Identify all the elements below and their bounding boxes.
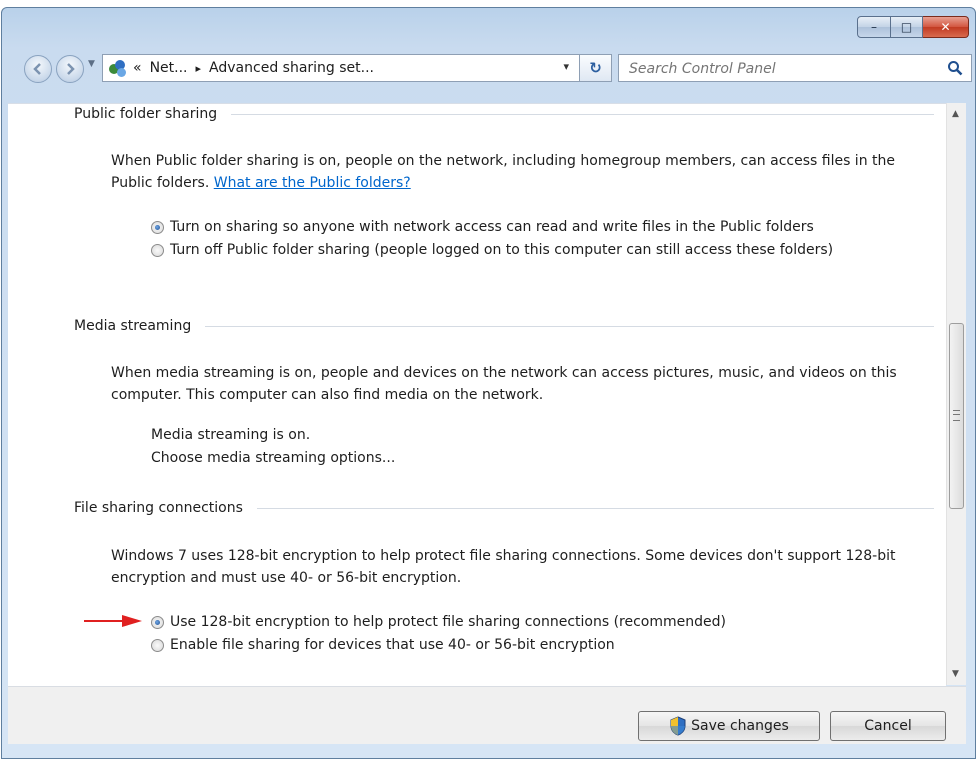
uac-shield-icon bbox=[670, 716, 686, 736]
encryption-128-radio[interactable] bbox=[151, 616, 164, 629]
back-button[interactable] bbox=[24, 55, 52, 83]
encryption-40-56-option[interactable]: Enable file sharing for devices that use… bbox=[151, 635, 941, 655]
forward-arrow-icon bbox=[67, 63, 75, 75]
forward-button[interactable] bbox=[56, 55, 84, 83]
scrollbar-thumb[interactable] bbox=[949, 323, 964, 509]
address-dropdown-icon[interactable]: ▾ bbox=[563, 60, 569, 73]
search-input[interactable] bbox=[627, 58, 931, 80]
media-streaming-title: Media streaming bbox=[74, 318, 192, 334]
annotation-arrow-2 bbox=[84, 615, 142, 627]
recent-pages-dropdown[interactable]: ▼ bbox=[88, 59, 95, 69]
close-button[interactable]: ✕ bbox=[923, 16, 969, 38]
file-sharing-section-header: File sharing connections bbox=[74, 500, 934, 516]
back-arrow-icon bbox=[33, 63, 41, 75]
grip-icon bbox=[953, 410, 960, 421]
public-folders-help-link[interactable]: What are the Public folders? bbox=[214, 175, 411, 191]
breadcrumb-network[interactable]: Net... bbox=[146, 60, 192, 76]
public-sharing-off-option[interactable]: Turn off Public folder sharing (people l… bbox=[151, 240, 911, 260]
save-changes-label: Save changes bbox=[691, 718, 789, 734]
file-sharing-title: File sharing connections bbox=[74, 500, 243, 516]
cancel-label: Cancel bbox=[864, 718, 912, 734]
public-sharing-on-option[interactable]: Turn on sharing so anyone with network a… bbox=[151, 217, 941, 237]
media-streaming-status: Media streaming is on. bbox=[151, 427, 311, 443]
encryption-40-56-radio[interactable] bbox=[151, 639, 164, 652]
public-sharing-on-radio[interactable] bbox=[151, 221, 164, 234]
scroll-up-icon[interactable]: ▲ bbox=[952, 109, 959, 119]
cancel-button[interactable]: Cancel bbox=[830, 711, 946, 741]
media-streaming-section-header: Media streaming bbox=[74, 318, 934, 334]
breadcrumb-advanced-sharing[interactable]: Advanced sharing set... bbox=[205, 60, 378, 76]
media-streaming-description: When media streaming is on, people and d… bbox=[111, 365, 897, 403]
encryption-128-label[interactable]: Use 128-bit encryption to help protect f… bbox=[170, 612, 726, 632]
search-box[interactable] bbox=[618, 54, 972, 82]
file-sharing-description: Windows 7 uses 128-bit encryption to hel… bbox=[111, 548, 896, 586]
encryption-40-56-label[interactable]: Enable file sharing for devices that use… bbox=[170, 635, 615, 655]
public-sharing-off-label[interactable]: Turn off Public folder sharing (people l… bbox=[170, 240, 833, 260]
vertical-scrollbar[interactable]: ▲ ▼ bbox=[946, 103, 966, 685]
public-folder-description-block: When Public folder sharing is on, people… bbox=[111, 150, 931, 194]
public-sharing-off-radio[interactable] bbox=[151, 244, 164, 257]
address-overflow-chevron[interactable]: « bbox=[129, 60, 146, 76]
caption-buttons: – □ ✕ bbox=[857, 16, 969, 38]
button-bar: Save changes Cancel bbox=[8, 686, 966, 744]
refresh-icon: ↻ bbox=[589, 59, 602, 77]
refresh-button[interactable]: ↻ bbox=[580, 54, 612, 82]
scroll-down-icon[interactable]: ▼ bbox=[952, 669, 959, 679]
network-sharing-icon bbox=[107, 58, 129, 78]
public-sharing-on-label[interactable]: Turn on sharing so anyone with network a… bbox=[170, 217, 814, 237]
public-folder-title: Public folder sharing bbox=[74, 106, 218, 122]
media-streaming-options-link[interactable]: Choose media streaming options... bbox=[151, 447, 395, 469]
navigation-bar: ▼ « Net... ▸ Advanced sharing set... ▾ ↻ bbox=[20, 53, 972, 87]
minimize-button[interactable]: – bbox=[857, 16, 891, 38]
breadcrumb-separator-icon[interactable]: ▸ bbox=[192, 62, 206, 75]
maximize-button[interactable]: □ bbox=[891, 16, 923, 38]
search-icon[interactable] bbox=[947, 60, 963, 76]
settings-content: Public folder sharing When Public folder… bbox=[8, 103, 946, 686]
save-changes-button[interactable]: Save changes bbox=[638, 711, 820, 741]
address-bar[interactable]: « Net... ▸ Advanced sharing set... ▾ bbox=[102, 54, 580, 82]
encryption-128-option[interactable]: Use 128-bit encryption to help protect f… bbox=[151, 612, 941, 632]
public-folder-section-header: Public folder sharing bbox=[74, 106, 934, 122]
